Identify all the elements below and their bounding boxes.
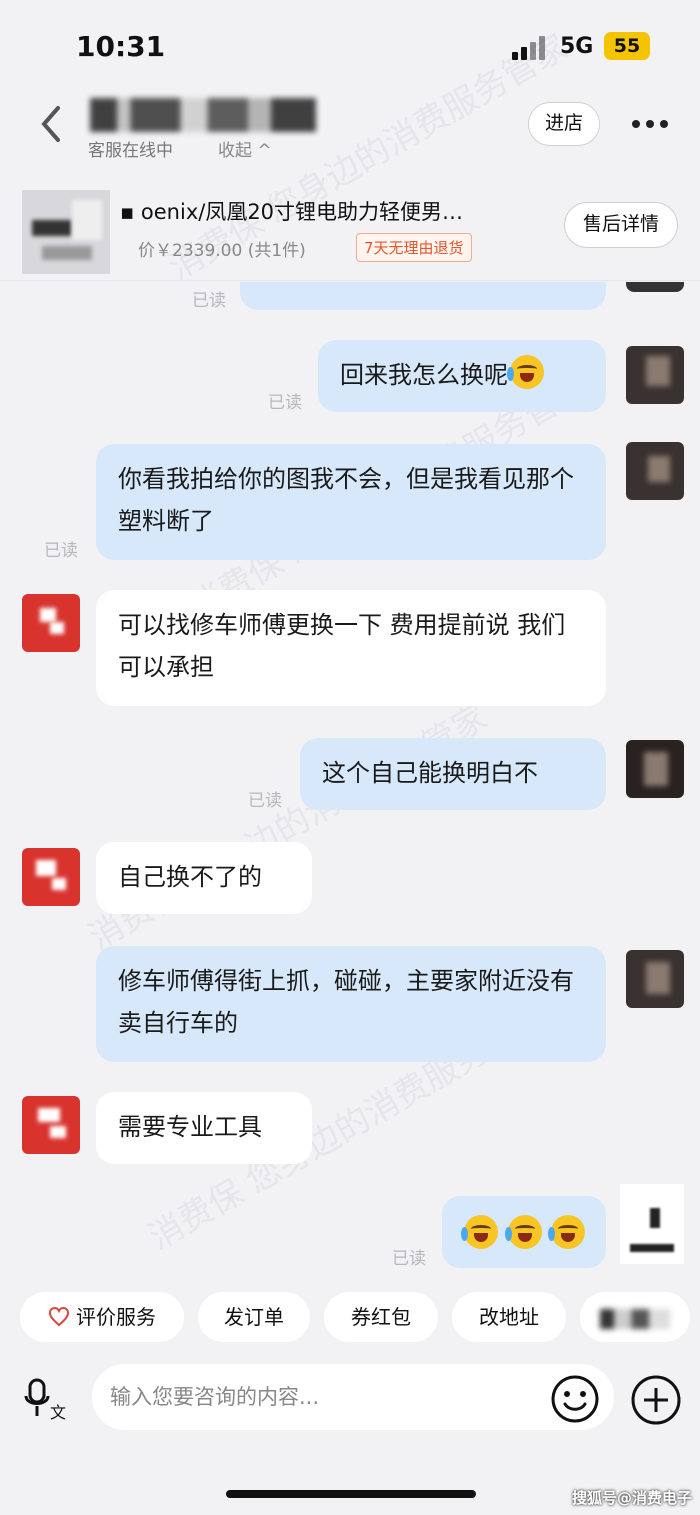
- message-bubble-theirs[interactable]: 自己换不了的: [96, 842, 312, 914]
- more-dots-icon[interactable]: [630, 120, 670, 130]
- avatar[interactable]: [626, 740, 684, 798]
- crying-laughing-emoji-icon: [548, 1215, 586, 1249]
- shop-avatar[interactable]: [22, 848, 80, 906]
- battery-indicator: 55: [604, 32, 650, 60]
- previous-message-bubble: [240, 282, 606, 310]
- avatar: [626, 282, 684, 292]
- online-status: 客服在线中: [88, 141, 173, 161]
- svg-text:文: 文: [50, 1403, 66, 1422]
- change-address-chip[interactable]: 改地址: [452, 1292, 566, 1342]
- source-watermark: 搜狐号@消费电子: [572, 1489, 693, 1507]
- collapse-toggle[interactable]: 收起 ^: [218, 136, 272, 161]
- product-thumbnail[interactable]: [22, 190, 110, 274]
- coupon-chip[interactable]: 券红包: [324, 1292, 438, 1342]
- product-price: 价￥2339.00 (共1件): [138, 241, 306, 261]
- shop-avatar[interactable]: [22, 594, 80, 652]
- read-receipt: 已读: [192, 291, 226, 311]
- back-arrow-icon[interactable]: [38, 104, 64, 144]
- message-text: 可以找修车师傅更换一下 费用提前说 我们可以承担: [118, 611, 566, 681]
- after-sale-details-button[interactable]: 售后详情: [564, 202, 678, 248]
- message-text: 你看我拍给你的图我不会，但是我看见那个塑料断了: [118, 465, 574, 535]
- message-bubble-theirs[interactable]: 需要专业工具: [96, 1092, 312, 1164]
- message-input[interactable]: 输入您要咨询的内容...: [92, 1364, 614, 1430]
- crying-laughing-emoji-icon: [504, 1215, 542, 1249]
- enter-store-button[interactable]: 进店: [528, 102, 600, 146]
- avatar[interactable]: [626, 346, 684, 404]
- message-text: 需要专业工具: [118, 1113, 262, 1141]
- contact-name-redacted: [90, 98, 316, 132]
- send-order-chip[interactable]: 发订单: [198, 1292, 310, 1342]
- message-text: 自己换不了的: [118, 863, 262, 891]
- message-bubble-mine[interactable]: 你看我拍给你的图我不会，但是我看见那个塑料断了: [96, 444, 606, 560]
- home-indicator[interactable]: [226, 1490, 476, 1498]
- status-time: 10:31: [76, 30, 166, 63]
- avatar[interactable]: [626, 442, 684, 500]
- avatar[interactable]: [626, 950, 684, 1008]
- voice-text-icon[interactable]: 文: [24, 1376, 70, 1422]
- rate-service-chip[interactable]: 评价服务: [20, 1292, 184, 1342]
- read-receipt: 已读: [268, 393, 302, 413]
- plus-icon[interactable]: [630, 1374, 682, 1426]
- message-bubble-mine[interactable]: 这个自己能换明白不: [300, 738, 606, 810]
- message-bubble-mine[interactable]: 修车师傅得街上抓，碰碰，主要家附近没有卖自行车的: [96, 946, 606, 1062]
- message-text: 这个自己能换明白不: [322, 759, 538, 787]
- message-bubble-mine[interactable]: [442, 1196, 606, 1268]
- header-divider: [0, 280, 700, 281]
- heart-rate-icon: [48, 1306, 70, 1327]
- read-receipt: 已读: [248, 791, 282, 811]
- message-bubble-theirs[interactable]: 可以找修车师傅更换一下 费用提前说 我们可以承担: [96, 590, 606, 706]
- read-receipt: 已读: [392, 1249, 426, 1269]
- avatar[interactable]: [620, 1184, 684, 1264]
- watermark: 消费保 您身边的消费服务管家: [82, 697, 495, 959]
- more-chip[interactable]: [580, 1292, 690, 1342]
- message-text: 回来我怎么换呢: [340, 361, 508, 389]
- message-text: 修车师傅得街上抓，碰碰，主要家附近没有卖自行车的: [118, 967, 574, 1037]
- chip-label: 评价服务: [76, 1305, 156, 1329]
- crying-laughing-emoji-icon: [507, 355, 544, 389]
- signal-icon: [512, 36, 548, 60]
- read-receipt: 已读: [44, 541, 78, 561]
- shop-avatar[interactable]: [22, 1096, 80, 1154]
- product-title[interactable]: ▪ oenix/凤凰20寸锂电助力轻便男…: [120, 196, 463, 226]
- network-type: 5G: [560, 34, 594, 59]
- message-bubble-mine[interactable]: 回来我怎么换呢: [318, 340, 606, 412]
- smile-icon[interactable]: [550, 1374, 600, 1424]
- return-policy-badge: 7天无理由退货: [356, 233, 472, 262]
- crying-laughing-emoji-icon: [461, 1215, 498, 1249]
